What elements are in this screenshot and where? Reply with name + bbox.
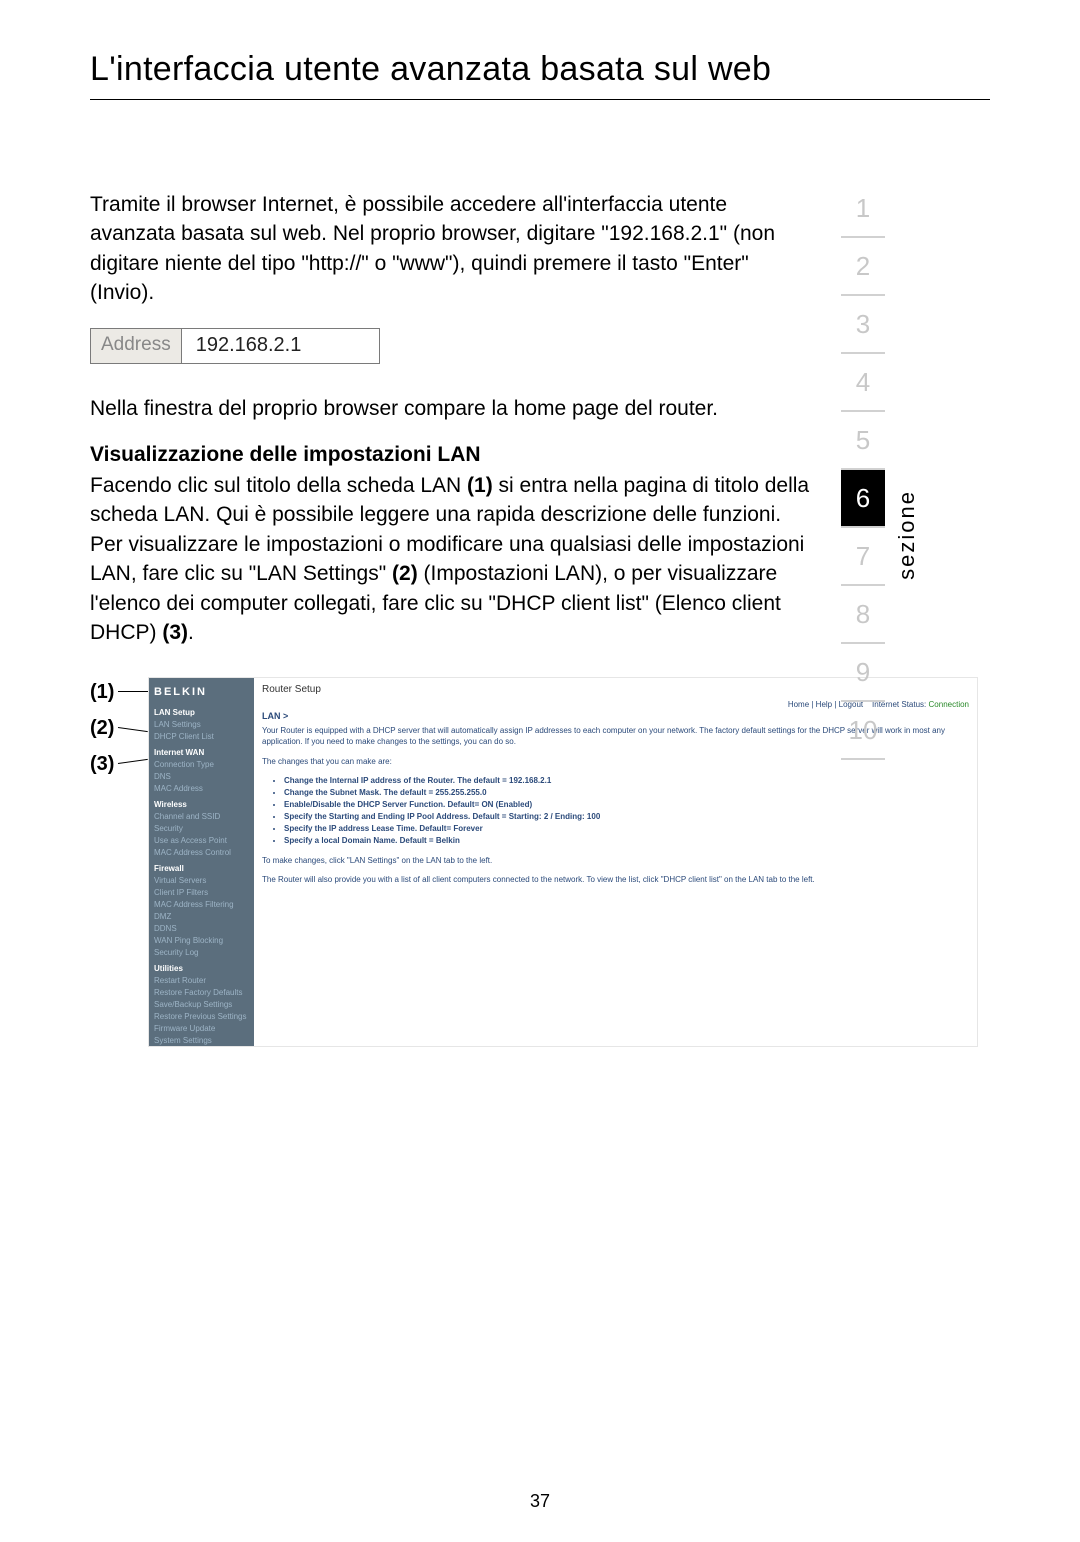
page-number: 37 — [0, 1491, 1080, 1512]
callout-line — [118, 691, 148, 692]
list-item: Specify the Starting and Ending IP Pool … — [284, 811, 969, 823]
sidebar-cat-utilities: Utilities — [154, 963, 249, 975]
sidebar-item-lan-settings[interactable]: LAN Settings — [154, 719, 249, 731]
sidebar-cat-wireless: Wireless — [154, 799, 249, 811]
router-sidebar: BELKIN LAN Setup LAN Settings DHCP Clien… — [149, 678, 254, 1046]
router-paragraph: The Router will also provide you with a … — [262, 874, 969, 885]
sidebar-item-ddns[interactable]: DDNS — [154, 923, 249, 935]
section-tab-7[interactable]: 7 — [841, 528, 885, 586]
lan-paragraph: Facendo clic sul titolo della scheda LAN… — [90, 471, 810, 647]
sidebar-item-dns[interactable]: DNS — [154, 771, 249, 783]
sidebar-item-security[interactable]: Security — [154, 823, 249, 835]
router-paragraph: To make changes, click "LAN Settings" on… — [262, 855, 969, 866]
sidebar-cat-lan-setup: LAN Setup — [154, 707, 249, 719]
list-item: Specify a local Domain Name. Default = B… — [284, 835, 969, 847]
text-segment: . — [188, 621, 194, 644]
section-tab-8[interactable]: 8 — [841, 586, 885, 644]
callout-line — [118, 759, 148, 764]
sidebar-item-fw-update[interactable]: Firmware Update — [154, 1023, 249, 1035]
sidebar-item-mac[interactable]: MAC Address — [154, 783, 249, 795]
section-tab-6[interactable]: 6 — [841, 470, 885, 528]
page-title: L'interfaccia utente avanzata basata sul… — [90, 50, 990, 100]
sidebar-item-restore-prev[interactable]: Restore Previous Settings — [154, 1011, 249, 1023]
sidebar-item-mac-ctrl[interactable]: MAC Address Control — [154, 847, 249, 859]
after-address-paragraph: Nella finestra del proprio browser compa… — [90, 394, 810, 423]
callout-ref-1: (1) — [467, 474, 493, 497]
text-segment: Facendo clic sul titolo della scheda LAN — [90, 474, 467, 497]
intro-paragraph: Tramite il browser Internet, è possibile… — [90, 190, 810, 308]
section-label: sezione — [894, 490, 920, 580]
sidebar-cat-firewall: Firewall — [154, 863, 249, 875]
sidebar-item-ping-block[interactable]: WAN Ping Blocking — [154, 935, 249, 947]
section-tabs: 1 2 3 4 5 6 7 8 9 10 — [841, 180, 885, 760]
section-tab-5[interactable]: 5 — [841, 412, 885, 470]
section-tab-4[interactable]: 4 — [841, 354, 885, 412]
address-value: 192.168.2.1 — [182, 329, 379, 363]
sidebar-item-seclog[interactable]: Security Log — [154, 947, 249, 959]
sidebar-item-sys-settings[interactable]: System Settings — [154, 1035, 249, 1047]
sidebar-item-restore-defaults[interactable]: Restore Factory Defaults — [154, 987, 249, 999]
sidebar-item-dhcp-client[interactable]: DHCP Client List — [154, 731, 249, 743]
list-item: Change the Subnet Mask. The default = 25… — [284, 787, 969, 799]
callout-line — [118, 727, 148, 732]
callout-2: (2) — [90, 717, 114, 740]
callout-ref-2: (2) — [392, 562, 418, 585]
address-bar: Address 192.168.2.1 — [90, 328, 380, 364]
router-bullet-list: Change the Internal IP address of the Ro… — [262, 775, 969, 847]
section-tab-3[interactable]: 3 — [841, 296, 885, 354]
list-item: Specify the IP address Lease Time. Defau… — [284, 823, 969, 835]
callout-ref-3: (3) — [162, 621, 188, 644]
sidebar-item-save-backup[interactable]: Save/Backup Settings — [154, 999, 249, 1011]
sidebar-item-channel[interactable]: Channel and SSID — [154, 811, 249, 823]
section-tab-10[interactable]: 10 — [841, 702, 885, 760]
brand-logo: BELKIN — [154, 684, 249, 701]
callout-3: (3) — [90, 753, 114, 776]
sidebar-item-conn-type[interactable]: Connection Type — [154, 759, 249, 771]
section-tab-2[interactable]: 2 — [841, 238, 885, 296]
callout-1: (1) — [90, 681, 114, 704]
topbar-status-value: Connection — [929, 700, 969, 709]
sidebar-item-dmz[interactable]: DMZ — [154, 911, 249, 923]
list-item: Change the Internal IP address of the Ro… — [284, 775, 969, 787]
sidebar-item-vservers[interactable]: Virtual Servers — [154, 875, 249, 887]
list-item: Enable/Disable the DHCP Server Function.… — [284, 799, 969, 811]
address-label: Address — [91, 329, 182, 363]
sidebar-cat-internet-wan: Internet WAN — [154, 747, 249, 759]
sidebar-item-restart[interactable]: Restart Router — [154, 975, 249, 987]
sidebar-item-cfilters[interactable]: Client IP Filters — [154, 887, 249, 899]
sidebar-item-use-ap[interactable]: Use as Access Point — [154, 835, 249, 847]
section-tab-1[interactable]: 1 — [841, 180, 885, 238]
section-tab-9[interactable]: 9 — [841, 644, 885, 702]
sidebar-item-mac-filter[interactable]: MAC Address Filtering — [154, 899, 249, 911]
